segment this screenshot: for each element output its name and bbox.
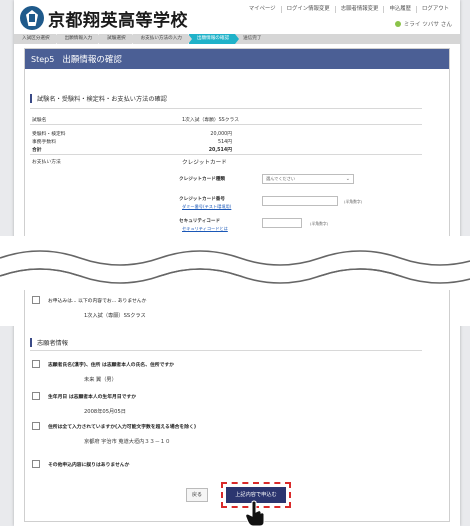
confirm-question-address: 住所は全て入力されていますか(入力可能文字数を超える場合を除く) [48,425,197,430]
exam-name-value: 1次入試（専願）SSクラス [182,118,240,123]
card-type-label: クレジットカード種類 [179,177,225,182]
step-title-bar: Step5 出願情報の確認 [25,49,449,69]
divider [30,108,422,109]
nav-mypage[interactable]: マイページ [244,6,281,13]
exam-name-label: 試験名 [32,118,47,123]
nav-history[interactable]: 申込履歴 [383,6,416,13]
confirm-question-other: その他申込内容に誤りはありませんか [48,463,130,468]
card-number-label: クレジットカード番号 [179,197,225,202]
user-info: ミライ ツバサ さん [394,20,452,28]
school-name: 京都翔英高等学校 [48,11,188,31]
top-nav: マイページ ログイン情報変更 志願者情報変更 申込履歴 ログアウト [244,6,454,13]
confirm-checkbox-other[interactable] [32,460,40,468]
step-2: 出願情報入力 [57,34,102,44]
card-number-note: (半角数字) [344,199,363,204]
site-header: 京都翔英高等学校 マイページ ログイン情報変更 志願者情報変更 申込履歴 ログア… [14,0,460,34]
nav-applicant-change[interactable]: 志願者情報変更 [334,6,384,13]
divider [30,124,422,125]
security-code-label: セキュリティコード [179,219,221,224]
chevron-down-icon: ⌄ [345,176,350,182]
security-code-note: (半角数字) [310,221,329,226]
progress-steps: 入試区分選択 出願情報入力 試験選択 お支払い方法の入力 出願情報の確認 送信完… [14,34,460,44]
school-logo-icon [20,6,44,30]
card-type-placeholder: 選んでください [266,176,296,181]
service-fee-label: 事務手数料 [32,140,56,145]
confirm-answer-birthdate: 2008年05月05日 [84,409,126,415]
card-type-select[interactable]: 選んでください ⌄ [262,174,354,184]
section-heading-applicant: 志願者情報 [30,338,68,347]
payment-label: お支払い方法 [32,160,61,165]
divider [30,350,422,351]
confirm-answer-address: 京都府 宇治市 莵道大垣内３３－１０ [84,439,171,445]
security-code-link[interactable]: セキュリティコードとは [182,226,228,232]
section-heading-exam-text: 試験名・受験料・検定料・お支払い方法の確認 [37,96,167,103]
total-label: 合計 [32,148,42,153]
step-6: 送信完了 [235,34,272,44]
section-heading-applicant-text: 志願者情報 [37,340,68,347]
service-fee-value: 514円 [218,140,232,145]
section-heading-exam: 試験名・受験料・検定料・お支払い方法の確認 [30,94,167,103]
step-1: 入試区分選択 [14,34,60,44]
dummy-card-link[interactable]: ダミー番号(テスト環境用) [182,204,231,210]
confirm-answer-exam: 1次入試（専願）SSクラス [84,313,146,319]
confirm-checkbox-birthdate[interactable] [32,392,40,400]
nav-logout[interactable]: ログアウト [416,6,454,13]
fee-label: 受験料・検定料 [32,132,66,137]
step-badge: Step5 [31,54,55,64]
confirm-question-exam: お申込みは... 以下の内容でお... ありませんか [48,299,147,304]
step-3: 試験選択 [99,34,136,44]
back-button[interactable]: 戻る [186,488,208,502]
hand-cursor-icon [245,500,265,526]
payment-method: クレジットカード [182,160,227,166]
step-4: お支払い方法の入力 [133,34,193,44]
confirm-question-name: 志願者氏名(漢字)、住所 は志願者本人の氏名、住所ですか [48,363,174,368]
nav-login-change[interactable]: ログイン情報変更 [280,6,335,13]
confirm-checkbox-name[interactable] [32,360,40,368]
confirm-answer-name: 未来 翼（男） [84,377,117,383]
security-code-input[interactable] [262,218,302,228]
user-icon [394,21,401,27]
total-value: 20,514円 [208,148,232,153]
confirm-checkbox-address[interactable] [32,422,40,430]
divider [30,154,422,155]
card-number-input[interactable] [262,196,338,206]
user-name: ミライ ツバサ さん [403,22,452,28]
confirm-question-birthdate: 生年月日 は志願者本人の生年月日ですか [48,395,137,400]
step-5-active: 出願情報の確認 [188,34,240,44]
page-title: 出願情報の確認 [62,55,122,65]
heading-bar [30,94,32,103]
fee-value: 20,000円 [210,132,232,137]
heading-bar [30,338,32,347]
confirm-checkbox-exam[interactable] [32,296,40,304]
